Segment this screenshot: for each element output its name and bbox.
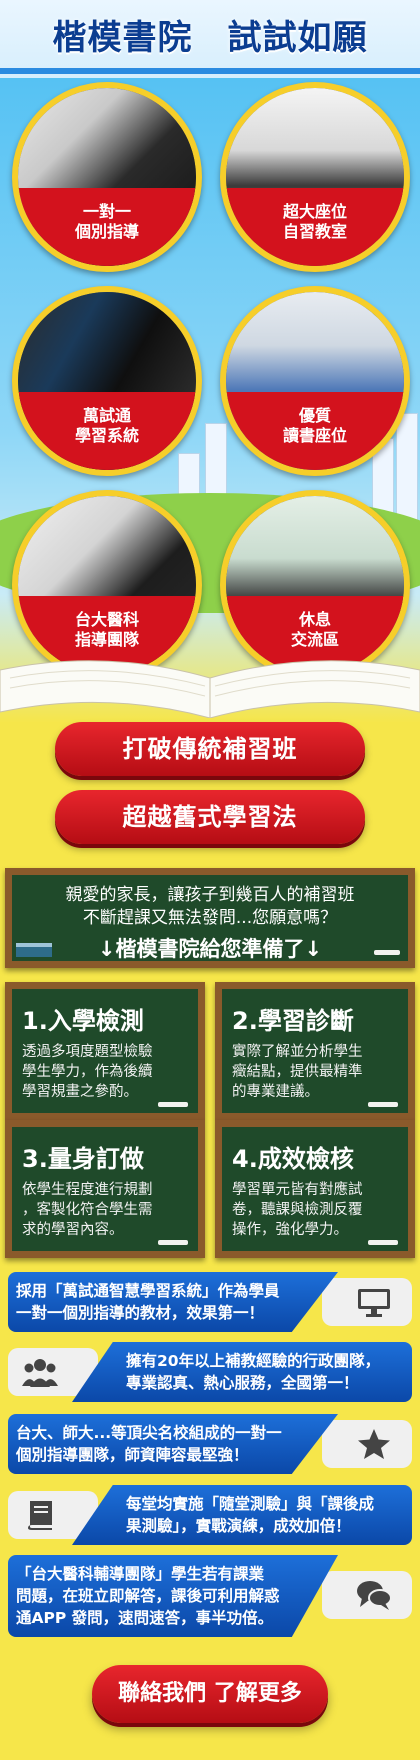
step-text: 求的學習內容。 bbox=[22, 1222, 124, 1238]
feature-label: 個別指導 bbox=[74, 222, 139, 241]
feature-label: 指導團隊 bbox=[74, 630, 139, 649]
advantage-text: 台大、師大...等頂尖名校組成的一對一 bbox=[16, 1424, 282, 1442]
break-traditional-button[interactable]: 打破傳統補習班 bbox=[55, 722, 365, 776]
eraser-icon bbox=[16, 943, 52, 957]
step-title: 4.成效檢核 bbox=[232, 1145, 354, 1173]
advantage-text: 採用「萬試通智慧學習系統」作為學員 bbox=[16, 1282, 280, 1300]
header-divider bbox=[0, 68, 420, 74]
step-text: 卷，聽課與檢測反覆 bbox=[232, 1202, 363, 1218]
step-title: 2.學習診斷 bbox=[232, 1007, 354, 1035]
book-icon bbox=[28, 1501, 52, 1530]
advantage-banner: 擁有20年以上補教經驗的行政團隊， 專業認真、熱心服務，全國第一！ bbox=[8, 1342, 412, 1402]
feature-label: 一對一 bbox=[82, 202, 131, 221]
advantage-text: 果測驗」，實戰演練，成效加倍！ bbox=[126, 1517, 351, 1535]
step-text: 透過多項度題型檢驗 bbox=[22, 1044, 153, 1060]
advantage-text: 問題，在班立即解答，課後可利用解惑 bbox=[16, 1587, 280, 1605]
chalk-icon bbox=[374, 950, 400, 955]
star-icon bbox=[358, 1429, 390, 1459]
advantage-text: 一對一個別指導的教材，效果第一！ bbox=[16, 1304, 265, 1322]
feature-label: 交流區 bbox=[290, 630, 339, 649]
advantage-text: 通APP 發問，速問速答，事半功倍。 bbox=[16, 1609, 274, 1627]
advantage-text: 專業認真、熱心服務，全國第一！ bbox=[126, 1374, 359, 1392]
advantage-text: 擁有20年以上補教經驗的行政團隊， bbox=[126, 1352, 381, 1370]
advantage-banner: 每堂均實施「隨堂測驗」與「課後成 果測驗」，實戰演練，成效加倍！ bbox=[8, 1485, 412, 1545]
feature-label: 讀書座位 bbox=[282, 426, 347, 445]
advantage-banner: 採用「萬試通智慧學習系統」作為學員 一對一個別指導的教材，效果第一！ bbox=[8, 1272, 412, 1332]
intro-line: 不斷趕課又無法發問...您願意嗎？ bbox=[82, 908, 338, 928]
step-text: 的專業建議。 bbox=[232, 1084, 319, 1100]
chalk-icon bbox=[368, 1102, 398, 1107]
feature-label: 萬試通 bbox=[82, 406, 131, 425]
step-card: 2.學習診斷 實際了解並分析學生 癥結點，提供最精準 的專業建議。 bbox=[215, 982, 415, 1120]
beyond-old-button[interactable]: 超越舊式學習法 bbox=[55, 790, 365, 844]
intro-chalkboard: 親愛的家長，讓孩子到幾百人的補習班 不斷趕課又無法發問...您願意嗎？ ↓楷模書… bbox=[5, 868, 415, 968]
chalk-icon bbox=[368, 1240, 398, 1245]
feature-label: 台大醫科 bbox=[74, 610, 139, 629]
open-book-icon bbox=[0, 660, 420, 718]
advantage-text: 每堂均實施「隨堂測驗」與「課後成 bbox=[126, 1495, 375, 1513]
intro-highlight: ↓楷模書院給您準備了↓ bbox=[97, 937, 323, 961]
group-icon bbox=[22, 1359, 58, 1387]
advantage-text: 個別指導團隊，師資陣容最堅強！ bbox=[16, 1446, 249, 1464]
feature-label: 休息 bbox=[298, 610, 331, 629]
step-text: 操作，強化學力。 bbox=[232, 1222, 348, 1238]
step-title: 3.量身訂做 bbox=[22, 1145, 144, 1173]
intro-line: 親愛的家長，讓孩子到幾百人的補習班 bbox=[65, 885, 355, 905]
step-text: 依學生程度進行規劃 bbox=[22, 1182, 153, 1198]
page-title: 楷模書院 試試如願 bbox=[52, 18, 368, 58]
step-text: ，客製化符合學生需 bbox=[22, 1202, 153, 1218]
step-text: 學習規畫之參酌。 bbox=[22, 1084, 138, 1100]
feature-circle-classroom: 超大座位 自習教室 bbox=[220, 82, 410, 272]
monitor-icon bbox=[358, 1289, 390, 1317]
chat-icon bbox=[357, 1581, 392, 1610]
step-card: 4.成效檢核 學習單元皆有對應試 卷，聽課與檢測反覆 操作，強化學力。 bbox=[215, 1120, 415, 1258]
step-text: 學生學力，作為後續 bbox=[22, 1064, 153, 1080]
step-text: 學習單元皆有對應試 bbox=[232, 1182, 363, 1198]
step-text: 實際了解並分析學生 bbox=[232, 1044, 363, 1060]
feature-circle-system: 萬試通 學習系統 bbox=[12, 286, 202, 476]
hero-section: 一對一 個別指導 超大座位 自習教室 萬試通 學習系統 優質 讀書座位 台大醫科 指導團隊… bbox=[0, 78, 420, 723]
header: 楷模書院 試試如願 bbox=[0, 0, 420, 78]
contact-us-button[interactable]: 聯絡我們 了解更多 bbox=[92, 1665, 328, 1723]
step-card: 3.量身訂做 依學生程度進行規劃 ，客製化符合學生需 求的學習內容。 bbox=[5, 1120, 205, 1258]
advantage-text: 「台大醫科輔導團隊」學生若有課業 bbox=[16, 1565, 265, 1583]
chalk-icon bbox=[158, 1102, 188, 1107]
feature-label: 自習教室 bbox=[282, 222, 347, 241]
step-title: 1.入學檢測 bbox=[22, 1007, 144, 1035]
feature-circle-tutoring: 一對一 個別指導 bbox=[12, 82, 202, 272]
feature-label: 優質 bbox=[298, 406, 331, 425]
feature-circle-seats: 優質 讀書座位 bbox=[220, 286, 410, 476]
step-text: 癥結點，提供最精準 bbox=[232, 1064, 363, 1080]
feature-label: 超大座位 bbox=[282, 202, 347, 221]
step-card: 1.入學檢測 透過多項度題型檢驗 學生學力，作為後續 學習規畫之參酌。 bbox=[5, 982, 205, 1120]
advantage-banner: 「台大醫科輔導團隊」學生若有課業 問題，在班立即解答，課後可利用解惑 通APP 發問… bbox=[8, 1555, 412, 1637]
chalk-icon bbox=[158, 1240, 188, 1245]
advantage-banner: 台大、師大...等頂尖名校組成的一對一 個別指導團隊，師資陣容最堅強！ bbox=[8, 1414, 412, 1474]
feature-label: 學習系統 bbox=[74, 426, 139, 445]
